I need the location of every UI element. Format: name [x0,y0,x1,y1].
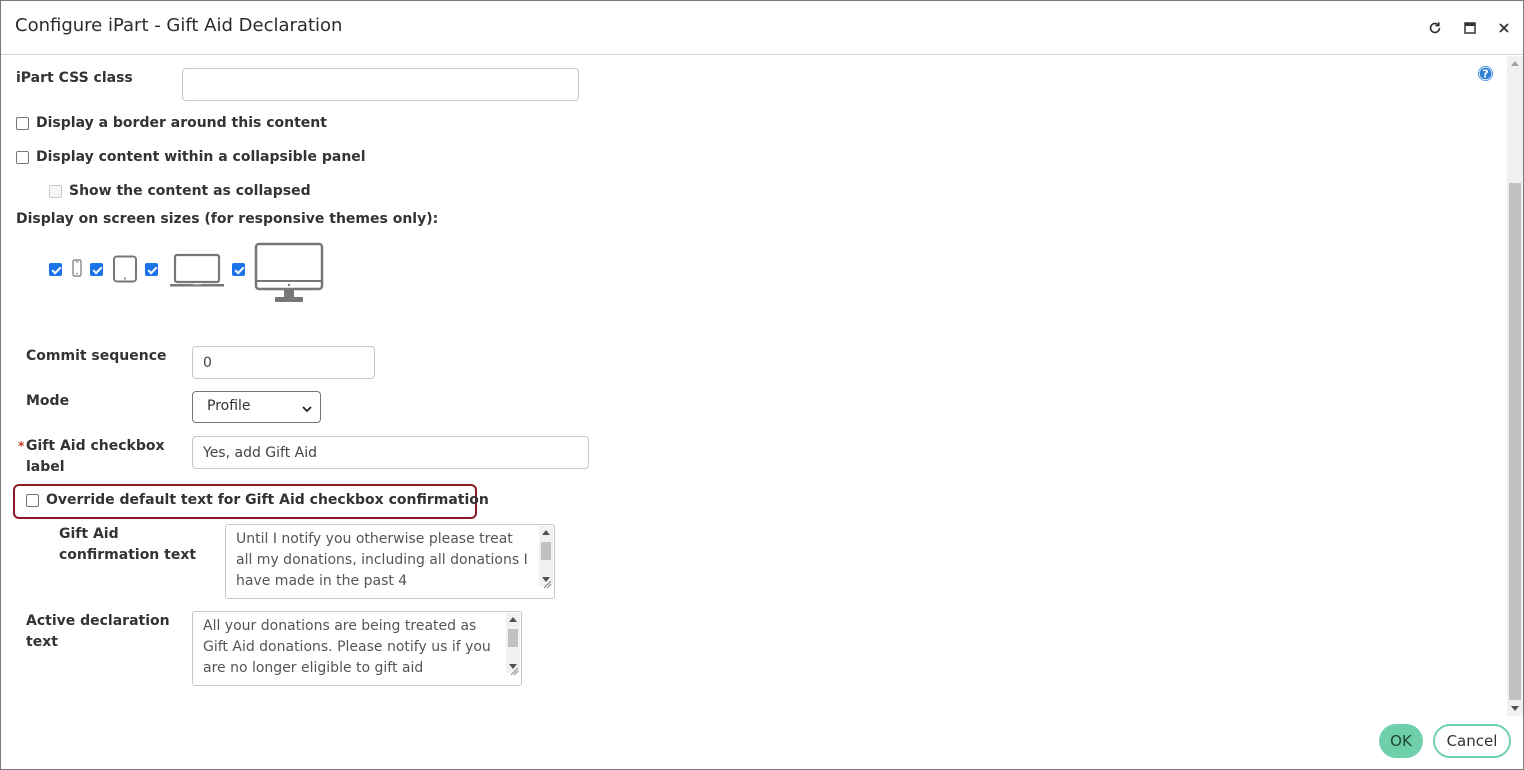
screen-sizes-label: Display on screen sizes (for responsive … [16,211,439,227]
dialog-titlebar: Configure iPart - Gift Aid Declaration [1,1,1523,55]
resize-grip-icon[interactable] [510,662,519,683]
dialog-scrollbar-thumb[interactable] [1509,183,1521,700]
active-declaration-textarea[interactable]: All your donations are being treated as … [192,611,522,686]
refresh-icon[interactable] [1424,17,1446,39]
dialog-title: Configure iPart - Gift Aid Declaration [15,15,343,36]
css-class-input[interactable] [182,68,579,101]
svg-text:?: ? [1482,68,1488,81]
dialog-body: ? iPart CSS class Display a border aroun… [1,56,1507,716]
confirmation-textarea[interactable]: Until I notify you otherwise please trea… [225,524,555,599]
cancel-button[interactable]: Cancel [1433,724,1511,758]
phone-size-checkbox[interactable] [49,263,62,276]
dialog-scrollbar[interactable] [1507,56,1523,716]
commit-sequence-label: Commit sequence [26,348,167,364]
resize-grip-icon[interactable] [543,575,552,596]
collapsed-checkbox-label: Show the content as collapsed [69,183,311,199]
active-declaration-textarea-value: All your donations are being treated as … [203,618,491,676]
configure-ipart-dialog: Configure iPart - Gift Aid Declaration ?… [0,0,1524,770]
active-declaration-label: Active declaration text [26,613,170,650]
override-checkbox-label: Override default text for Gift Aid check… [46,492,489,508]
confirmation-text-label: Gift Aid confirmation text [59,526,197,563]
confirmation-textarea-value: Until I notify you otherwise please trea… [236,531,528,589]
collapsible-checkbox-label: Display content within a collapsible pan… [36,149,366,165]
laptop-size-checkbox[interactable] [145,263,158,276]
tablet-icon [112,255,138,287]
border-checkbox-label: Display a border around this content [36,115,327,131]
question-mark-circle-icon[interactable]: ? [1477,65,1494,86]
commit-sequence-input[interactable] [192,346,375,379]
collapsible-checkbox[interactable] [16,151,29,164]
maximize-icon[interactable] [1459,17,1481,39]
border-checkbox[interactable] [16,117,29,130]
mode-label: Mode [26,393,70,409]
phone-icon [72,259,82,281]
collapsed-checkbox[interactable] [49,185,62,198]
mode-select-value: Profile [207,398,251,414]
override-checkbox[interactable] [26,494,39,507]
tablet-size-checkbox[interactable] [90,263,103,276]
gift-aid-label-input[interactable] [192,436,589,469]
close-icon[interactable] [1493,17,1515,39]
desktop-icon [254,242,324,308]
laptop-icon [168,253,226,293]
mode-select[interactable]: Profile [192,391,321,423]
css-class-label: iPart CSS class [16,70,133,86]
gift-aid-label-label: Gift Aid checkbox label [26,438,165,475]
chevron-down-icon [302,401,312,417]
desktop-size-checkbox[interactable] [232,263,245,276]
ok-button[interactable]: OK [1379,724,1423,758]
